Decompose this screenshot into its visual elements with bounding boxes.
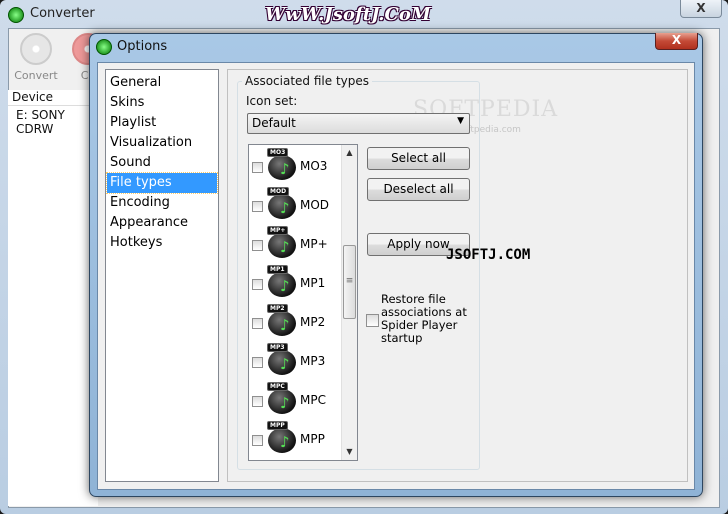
file-type-item[interactable]: ♪ MPC MPC (249, 380, 341, 418)
center-watermark: JSOFTJ.COM (446, 247, 531, 263)
icon-set-select[interactable]: Default ▼ (247, 113, 470, 134)
nav-playlist[interactable]: Playlist (107, 113, 217, 133)
app-icon (96, 39, 112, 55)
select-all-button[interactable]: Select all (367, 147, 470, 170)
file-type-checkbox[interactable] (252, 357, 263, 368)
file-type-name: MOD (300, 198, 330, 212)
options-dialog: Options X General Skins Playlist Visuali… (89, 33, 703, 497)
file-type-name: MPP (300, 432, 325, 446)
device-row[interactable]: E: SONY CDRW (8, 106, 98, 506)
nav-visualization[interactable]: Visualization (107, 133, 217, 153)
file-type-item[interactable]: ♪ MO3 MO3 (249, 146, 341, 184)
icon-set-label: Icon set: (246, 94, 298, 108)
nav-sound[interactable]: Sound (107, 153, 217, 173)
file-type-checkbox[interactable] (252, 435, 263, 446)
scroll-up-icon[interactable]: ▲ (342, 145, 357, 161)
convert-button[interactable]: Convert (11, 33, 61, 82)
dropdown-arrow-icon: ▼ (457, 116, 464, 126)
music-file-icon: ♪ MP3 (267, 343, 297, 375)
file-type-name: MP1 (300, 276, 326, 290)
disc-icon (20, 33, 52, 65)
file-types-list: ♪ MO3 MO3 ♪ MOD MOD ♪ MP+ MP+ ♪ MP1 MP1 ♪ MP2 MP2 ♪ MP3 M… (248, 144, 358, 461)
app-icon (8, 7, 24, 23)
music-file-icon: ♪ MP+ (267, 226, 297, 258)
close-button[interactable]: X (680, 0, 722, 18)
icon-set-value: Default (252, 116, 296, 130)
file-type-checkbox[interactable] (252, 201, 263, 212)
file-type-name: MO3 (300, 159, 328, 173)
file-type-item[interactable]: ♪ MP1 MP1 (249, 263, 341, 301)
file-type-name: MP+ (300, 237, 328, 251)
convert-label: Convert (14, 69, 58, 82)
file-type-item[interactable]: ♪ MPP MPP (249, 419, 341, 457)
list-scrollbar[interactable]: ▲ ≡ ▼ (341, 145, 357, 460)
file-type-checkbox[interactable] (252, 396, 263, 407)
file-type-checkbox[interactable] (252, 318, 263, 329)
music-file-icon: ♪ MP2 (267, 304, 297, 336)
file-types-panel: Associated file types SOFTPEDIA www.soft… (227, 69, 688, 482)
file-type-name: MP2 (300, 315, 326, 329)
music-file-icon: ♪ MOD (267, 187, 297, 219)
file-type-checkbox[interactable] (252, 162, 263, 173)
group-title: Associated file types (242, 74, 373, 88)
file-type-item[interactable]: ♪ MP3 MP3 (249, 341, 341, 379)
music-file-icon: ♪ MO3 (267, 148, 297, 180)
file-type-name: MPC (300, 393, 326, 407)
nav-encoding[interactable]: Encoding (107, 193, 217, 213)
nav-skins[interactable]: Skins (107, 93, 217, 113)
dialog-body: General Skins Playlist Visualization Sou… (97, 62, 695, 490)
file-type-name: MP3 (300, 354, 326, 368)
file-type-item[interactable]: ♪ MOD MOD (249, 185, 341, 223)
file-type-item[interactable]: ♪ MP+ MP+ (249, 224, 341, 262)
scroll-down-icon[interactable]: ▼ (342, 444, 357, 460)
restore-associations-checkbox[interactable] (366, 314, 379, 327)
device-column-header[interactable]: Device (8, 90, 98, 106)
dialog-title: Options (117, 39, 168, 54)
file-type-checkbox[interactable] (252, 240, 263, 251)
music-file-icon: ♪ MP1 (267, 265, 297, 297)
music-file-icon: ♪ MPC (267, 382, 297, 414)
nav-appearance[interactable]: Appearance (107, 213, 217, 233)
nav-file-types[interactable]: File types (106, 172, 218, 194)
options-nav: General Skins Playlist Visualization Sou… (105, 69, 219, 482)
dialog-close-button[interactable]: X (655, 33, 698, 50)
watermark-top: WwW.JsoftJ.CoM (265, 4, 431, 25)
file-type-item[interactable]: ♪ MP2 MP2 (249, 302, 341, 340)
window-title: Converter (30, 6, 95, 21)
nav-general[interactable]: General (107, 73, 217, 93)
music-file-icon: ♪ MPP (267, 421, 297, 453)
restore-associations-label: Restore file associations at Spider Play… (381, 292, 467, 345)
file-type-checkbox[interactable] (252, 279, 263, 290)
scroll-thumb[interactable]: ≡ (343, 245, 356, 319)
deselect-all-button[interactable]: Deselect all (367, 178, 470, 201)
nav-hotkeys[interactable]: Hotkeys (107, 233, 217, 253)
